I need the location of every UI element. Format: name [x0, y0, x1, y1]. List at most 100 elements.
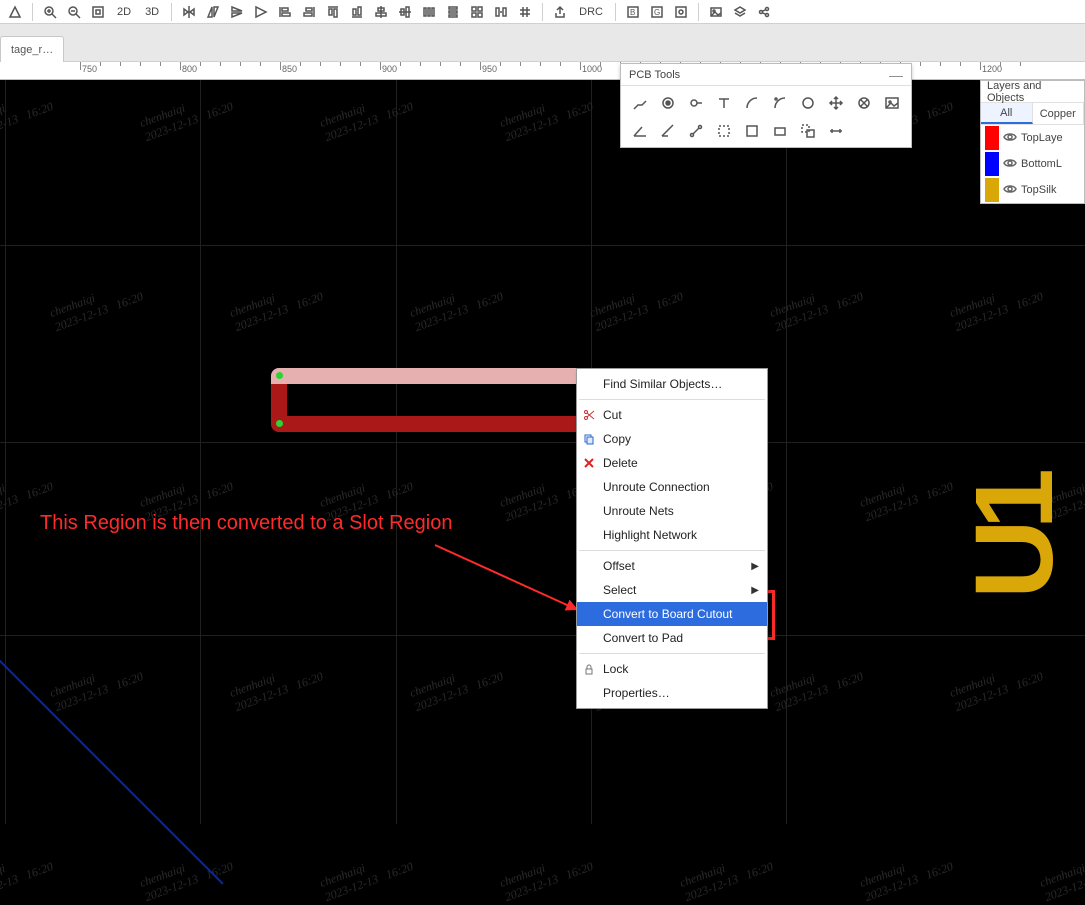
menu-select[interactable]: Select▶ [577, 578, 767, 602]
layers-tab-copper[interactable]: Copper [1033, 103, 1085, 124]
menu-highlight-network[interactable]: Highlight Network [577, 523, 767, 547]
watermark: chenhaiqi 2023-12-13 16:20 [138, 845, 236, 905]
annotation-arrow [430, 540, 590, 620]
menu-find-similar[interactable]: Find Similar Objects… [577, 372, 767, 396]
zoom-fit-icon[interactable] [87, 1, 109, 23]
align-bottom-icon[interactable] [346, 1, 368, 23]
mirror-v-icon[interactable] [226, 1, 248, 23]
pad-tool-icon[interactable] [655, 90, 681, 116]
zoom-out-icon[interactable] [63, 1, 85, 23]
region-vertex[interactable] [276, 420, 283, 427]
minimize-icon[interactable]: — [889, 67, 903, 83]
align-center-h-icon[interactable] [370, 1, 392, 23]
solid-region-tool-icon[interactable] [739, 118, 765, 144]
distribute-v-icon[interactable] [442, 1, 464, 23]
visibility-eye-icon[interactable] [1003, 182, 1017, 199]
dimension-tool-icon[interactable] [655, 118, 681, 144]
flip-h-icon[interactable] [178, 1, 200, 23]
menu-convert-pad[interactable]: Convert to Pad [577, 626, 767, 650]
align-grid-icon[interactable] [514, 1, 536, 23]
document-tab-strip: tage_r… [0, 24, 1085, 62]
watermark: chenhaiqi 2023-12-13 16:20 [318, 845, 416, 905]
svg-text:B: B [630, 8, 635, 17]
ruler-tick-label: 850 [282, 64, 297, 74]
watermark: chenhaiqi 2023-12-13 16:20 [48, 275, 146, 335]
region-selected-edge [271, 368, 591, 384]
circle-tool-icon[interactable] [795, 90, 821, 116]
ruler-tick-label: 900 [382, 64, 397, 74]
view-2d-button[interactable]: 2D [111, 1, 137, 23]
track-tool-icon[interactable] [627, 90, 653, 116]
menu-offset[interactable]: Offset▶ [577, 554, 767, 578]
menu-cut[interactable]: Cut [577, 403, 767, 427]
hole-tool-icon[interactable] [851, 90, 877, 116]
pcb-canvas[interactable]: chenhaiqi 2023-12-13 16:20 chenhaiqi 2023… [0, 80, 1085, 824]
copper-area-tool-icon[interactable] [711, 118, 737, 144]
pcb-tools-header[interactable]: PCB Tools — [621, 64, 911, 86]
export-icon[interactable] [549, 1, 571, 23]
lock-icon [582, 663, 596, 675]
polygon-tool-icon[interactable] [4, 1, 26, 23]
fab-icon[interactable] [670, 1, 692, 23]
align-right-icon[interactable] [298, 1, 320, 23]
svg-text:G: G [654, 8, 660, 17]
via-tool-icon[interactable] [683, 90, 709, 116]
distribute-space-icon[interactable] [490, 1, 512, 23]
mirror-h-icon[interactable] [202, 1, 224, 23]
horizontal-ruler: 75080085090095010001050110011501200 [0, 62, 1085, 80]
document-tab[interactable]: tage_r… [0, 36, 64, 62]
watermark: chenhaiqi 2023-12-13 16:20 [48, 655, 146, 715]
watermark: chenhaiqi 2023-12-13 16:20 [858, 465, 956, 525]
document-tab-label: tage_r… [11, 44, 53, 56]
arc-tool-icon[interactable] [739, 90, 765, 116]
arc-center-tool-icon[interactable] [767, 90, 793, 116]
view-3d-button[interactable]: 3D [139, 1, 165, 23]
align-center-v-icon[interactable] [394, 1, 416, 23]
group-tool-icon[interactable] [795, 118, 821, 144]
align-top-icon[interactable] [322, 1, 344, 23]
region-vertex[interactable] [276, 372, 283, 379]
visibility-eye-icon[interactable] [1003, 130, 1017, 147]
gridline [786, 80, 787, 824]
layer-color-swatch [985, 152, 999, 176]
menu-lock[interactable]: Lock [577, 657, 767, 681]
menu-copy[interactable]: Copy [577, 427, 767, 451]
diagonal-track [0, 600, 224, 884]
copy-icon [582, 433, 596, 445]
move-tool-icon[interactable] [823, 90, 849, 116]
protractor-tool-icon[interactable] [627, 118, 653, 144]
layers-icon[interactable] [729, 1, 751, 23]
image-icon[interactable] [705, 1, 727, 23]
menu-delete[interactable]: Delete [577, 451, 767, 475]
menu-convert-board-cutout[interactable]: Convert to Board Cutout [577, 602, 767, 626]
visibility-eye-icon[interactable] [1003, 156, 1017, 173]
menu-unroute-connection[interactable]: Unroute Connection [577, 475, 767, 499]
distribute-h-icon[interactable] [418, 1, 440, 23]
drc-button[interactable]: DRC [573, 1, 609, 23]
rect-tool-icon[interactable] [767, 118, 793, 144]
gerber-g-icon[interactable]: G [646, 1, 668, 23]
align-left-icon[interactable] [274, 1, 296, 23]
menu-properties[interactable]: Properties… [577, 681, 767, 705]
zoom-in-icon[interactable] [39, 1, 61, 23]
layer-row[interactable]: BottomL [981, 151, 1084, 177]
layer-row[interactable]: TopSilk [981, 177, 1084, 203]
distribute-grid-icon[interactable] [466, 1, 488, 23]
layer-row[interactable]: TopLaye [981, 125, 1084, 151]
layers-tab-all[interactable]: All [981, 103, 1033, 124]
image-tool-icon[interactable] [879, 90, 905, 116]
layers-panel-header[interactable]: Layers and Objects [981, 81, 1084, 103]
connect-tool-icon[interactable] [683, 118, 709, 144]
context-menu: Find Similar Objects… Cut Copy Delete Un… [576, 368, 768, 709]
watermark: chenhaiqi 2023-12-13 16:20 [0, 85, 55, 145]
menu-unroute-nets[interactable]: Unroute Nets [577, 499, 767, 523]
share-icon[interactable] [753, 1, 775, 23]
gridline [0, 635, 1085, 636]
gridline [0, 245, 1085, 246]
gridline [0, 442, 1085, 443]
ruler-tick-label: 800 [182, 64, 197, 74]
bom-b-icon[interactable]: B [622, 1, 644, 23]
rotate-icon[interactable] [250, 1, 272, 23]
text-tool-icon[interactable] [711, 90, 737, 116]
measure-tool-icon[interactable] [823, 118, 849, 144]
